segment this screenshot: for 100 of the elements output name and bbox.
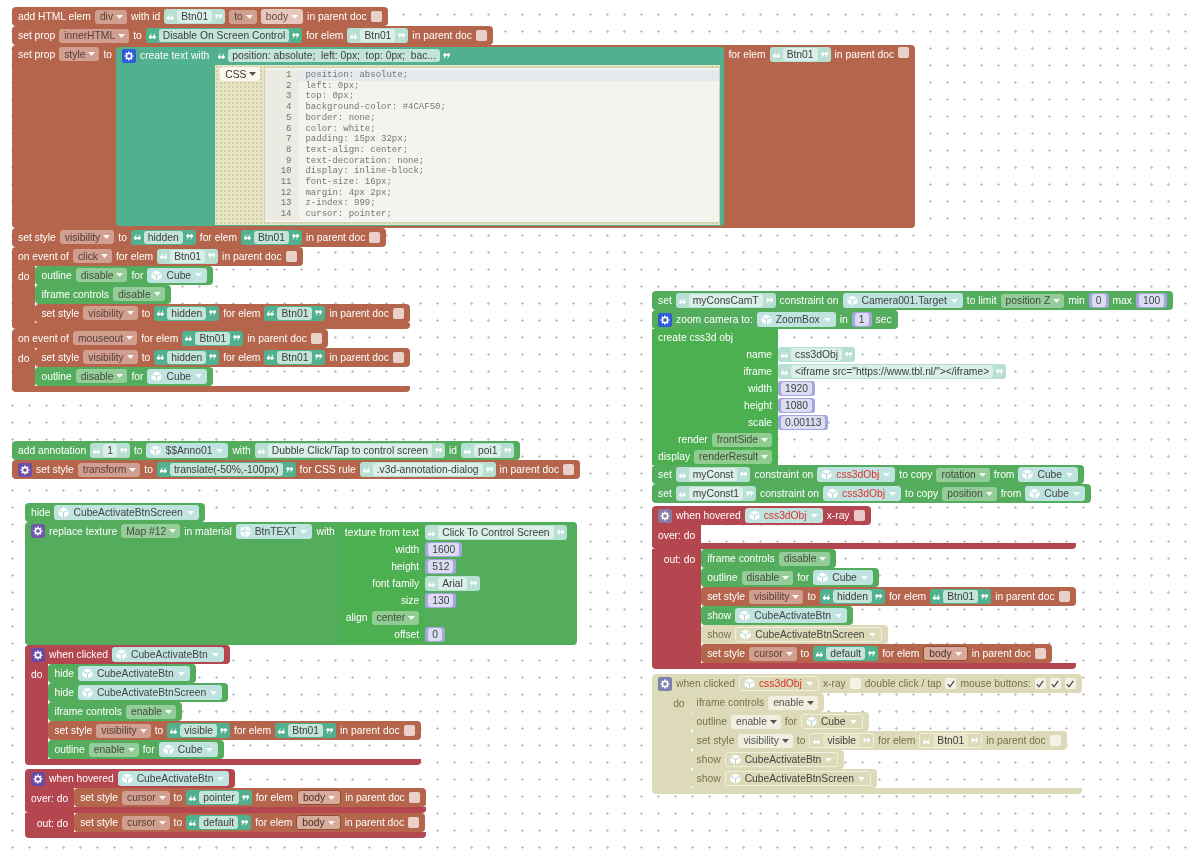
dropdown[interactable]: position [942,486,997,501]
puzzle-block[interactable]: when hovered CubeActivateBtn over: do set style cursor to pointer for elem body in parent doc out: do set style cursor to default for elem body in parent doc [25,769,426,838]
text-field[interactable]: default [199,816,239,829]
object-dropdown[interactable]: CubeActivateBtn [735,608,847,623]
puzzle-block[interactable]: hide CubeActivateBtnScreen [25,503,205,522]
string-block[interactable]: Disable On Screen Control [145,28,303,43]
puzzle-block[interactable]: add HTML elem div with id Btn01 to body in parent doc [12,7,388,26]
object-dropdown[interactable]: CubeActivateBtn [77,666,190,681]
dropdown[interactable]: style [59,47,100,61]
text-field[interactable]: myConst1 [688,487,744,500]
text-field[interactable]: Btn01 [782,48,818,61]
checkbox[interactable] [408,792,420,803]
dropdown[interactable]: Map #12 [121,524,181,538]
string-block[interactable]: css3dObj [778,347,855,362]
dropdown[interactable]: cursor [122,815,170,830]
dropdown[interactable]: disable [113,287,165,302]
object-dropdown[interactable]: Cube [1018,467,1079,482]
text-field[interactable]: Btn01 [277,306,313,320]
puzzle-block[interactable]: set style cursor to default for elem body in parent doc [74,813,426,832]
dropdown[interactable]: disable [778,551,831,566]
gear-icon[interactable] [31,647,45,662]
dropdown[interactable]: visibility [83,306,138,321]
puzzle-block[interactable]: outline disable for Cube [35,366,214,386]
puzzle-block[interactable]: set myConst1 constraint on css3dObj to copy position from Cube [652,484,1091,503]
puzzle-block[interactable]: set style visibility to hidden for elem Btn01 in parent doc [35,347,410,367]
string-block[interactable]: myConst [675,467,751,482]
string-block[interactable]: Btn01 [930,589,992,604]
checkbox[interactable] [475,30,487,41]
dropdown[interactable]: cursor [749,646,797,661]
string-block[interactable]: hidden [130,229,196,245]
checkbox[interactable] [370,11,382,22]
text-field[interactable]: Dubble Click/Tap to control screen [267,444,432,457]
text-field[interactable]: hidden [167,306,207,320]
puzzle-block[interactable]: add annotation 1 to $$Anno01 with Dubble Click/Tap to control screen id poi1 [12,441,521,460]
string-block[interactable]: hidden [154,349,220,365]
text-field[interactable]: hidden [833,590,872,603]
text-field[interactable]: css3dObj [791,348,842,361]
gear-icon[interactable] [18,462,32,477]
string-block[interactable]: Btn01 [157,248,219,264]
dropdown[interactable]: center [371,610,420,625]
puzzle-block[interactable]: outline disable for Cube [701,568,879,587]
text-field[interactable]: Btn01 [170,249,206,263]
object-dropdown[interactable]: Cube [147,267,208,283]
puzzle-block[interactable]: set style visibility to visible for elem Btn01 in parent doc [48,721,421,740]
puzzle-block[interactable] [12,45,916,228]
dropdown[interactable]: innerHTML [59,28,130,43]
string-block[interactable]: Btn01 [164,9,226,24]
string-block[interactable]: Btn01 [182,330,244,346]
dropdown[interactable]: visibility [83,350,138,365]
text-field[interactable]: <iframe src="https://www.tbl.nl/"></iframe> [791,365,994,378]
object-dropdown[interactable]: CubeActivateBtnScreen [54,505,199,520]
string-block[interactable]: myConsCamT [675,293,776,308]
text-field[interactable]: myConst [688,468,738,481]
text-field[interactable]: Disable On Screen Control [158,29,290,42]
puzzle-block[interactable]: iframe controls disable [701,549,837,568]
string-block[interactable]: hidden [820,589,885,604]
gear-icon[interactable] [658,508,672,523]
puzzle-block[interactable]: iframe controls disable [35,284,171,304]
puzzle-block[interactable]: outline enable for Cube [48,740,225,759]
object-dropdown[interactable]: ZoomBox [756,312,836,327]
puzzle-block[interactable]: hide CubeActivateBtnScreen [48,683,229,702]
puzzle-block[interactable]: set style transform to translate(-50%,-100px) for CSS rule .v3d-annotation-dialog in parent doc [12,460,581,479]
dropdown[interactable]: renderResult [694,449,772,464]
text-field[interactable]: Btn01 [177,10,213,23]
text-field[interactable]: Click To Control Screen [438,526,554,539]
puzzle-block[interactable]: when clicked CubeActivateBtn do hide CubeActivateBtn hide CubeActivateBtnScreen iframe controls enable set style visibility to visible for elem Btn01 in parent doc outline enable for Cube [25,645,421,765]
string-block[interactable]: translate(-50%,-100px) [156,462,296,477]
puzzle-block[interactable]: show CubeActivateBtn [701,606,853,625]
dropdown[interactable]: disable [75,268,128,283]
dropdown[interactable]: click [72,249,112,264]
string-block[interactable]: myConst1 [675,486,757,501]
puzzle-block[interactable]: zoom camera to: ZoomBox in 1 sec [652,310,898,329]
gear-icon[interactable] [31,771,45,786]
puzzle-block[interactable]: set style visibility to hidden for elem Btn01 in parent doc [12,227,387,247]
element-dropdown[interactable]: body [296,815,341,830]
puzzle-block[interactable]: set myConsCamT constraint on Camera001.Target to limit position Z min 0 max 100 [652,291,1174,310]
dropdown[interactable]: frontSide [711,432,772,447]
string-block[interactable]: Btn01 [241,229,302,245]
string-block[interactable]: Click To Control Screen [425,525,567,540]
dropdown[interactable]: visibility [749,589,804,604]
string-block[interactable]: hidden [154,305,220,321]
string-block[interactable]: visible [167,723,230,738]
string-block[interactable]: default [813,646,879,661]
text-field[interactable]: Btn01 [254,230,289,244]
dropdown[interactable]: visibility [59,230,115,245]
dropdown[interactable]: mouseout [72,331,138,346]
checkbox[interactable] [1058,591,1070,602]
checkbox[interactable] [853,510,865,521]
dropdown[interactable]: disable [75,369,128,384]
dropdown[interactable]: transform [77,462,141,477]
checkbox[interactable] [563,464,575,475]
checkbox[interactable] [392,351,404,363]
puzzle-block[interactable]: iframe controls enable [48,702,182,721]
text-field[interactable]: .v3d-annotation-dialog [372,463,483,476]
puzzle-block[interactable]: on event of mouseout for elem Btn01 in parent doc do set style visibility to hidden for elem Btn01 in parent doc outline disable for Cube [12,328,410,392]
string-block[interactable]: Btn01 [347,28,409,43]
string-block[interactable]: Btn01 [769,47,831,62]
puzzle-block[interactable]: set style visibility to hidden for elem Btn01 in parent doc [701,587,1076,606]
material-dropdown[interactable]: BtnTEXT [235,524,313,539]
object-dropdown[interactable]: Cube [1025,486,1085,501]
